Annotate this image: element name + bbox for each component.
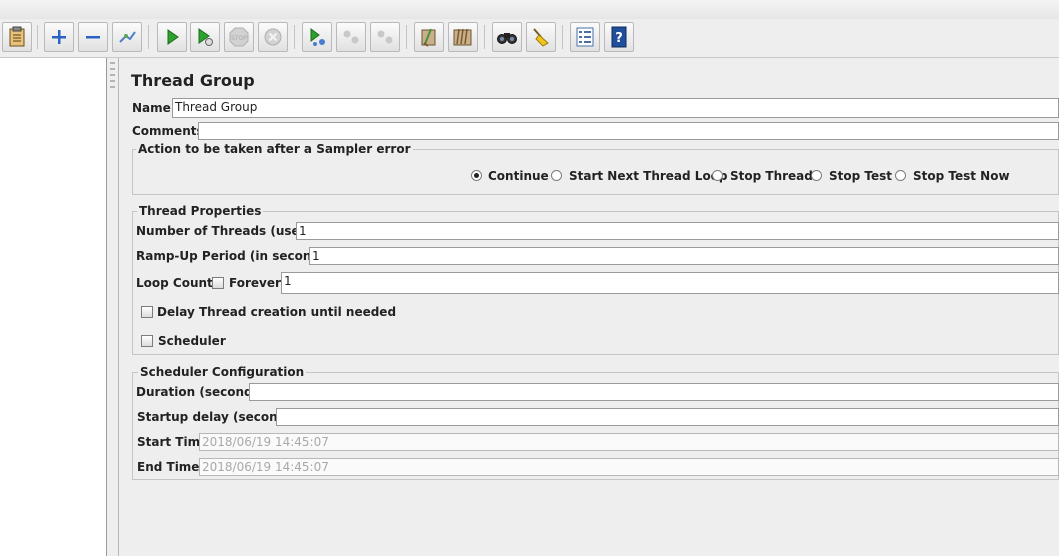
duration-label: Duration (seconds) xyxy=(136,385,266,399)
name-field[interactable]: Thread Group xyxy=(172,98,1059,118)
split-pane-divider[interactable] xyxy=(107,58,119,556)
duration-field[interactable] xyxy=(249,383,1059,401)
scheduler-checkbox[interactable] xyxy=(141,335,153,347)
reset-search-icon xyxy=(530,26,552,48)
start-next-thread-loop-label: Start Next Thread Loop xyxy=(569,169,728,183)
stop-thread-radio[interactable] xyxy=(712,170,723,181)
scheduler-config-legend: Scheduler Configuration xyxy=(138,365,307,379)
stop-test-label: Stop Test xyxy=(829,169,892,183)
shutdown-button[interactable] xyxy=(258,22,288,52)
splitter-grip xyxy=(110,62,115,64)
shutdown-icon xyxy=(263,27,283,47)
remote-shutdown-button[interactable] xyxy=(370,22,400,52)
minus-icon xyxy=(84,28,102,46)
main-toolbar: STOP ? xyxy=(0,19,1059,58)
forever-label: Forever xyxy=(229,276,281,290)
loop-count-field[interactable]: 1 xyxy=(281,272,1059,294)
toolbar-separator xyxy=(562,25,563,49)
start-time-label: Start Time xyxy=(137,435,209,449)
thread-properties-legend: Thread Properties xyxy=(137,204,264,218)
end-time-label: End Time xyxy=(137,460,200,474)
remote-shutdown-icon xyxy=(375,27,395,47)
stop-test-radio[interactable] xyxy=(811,170,822,181)
search-button[interactable] xyxy=(492,22,522,52)
search-icon xyxy=(496,28,518,46)
loop-count-label: Loop Count: xyxy=(136,276,218,290)
delay-thread-label: Delay Thread creation until needed xyxy=(157,305,397,319)
remote-start-icon xyxy=(307,27,327,47)
forever-checkbox[interactable] xyxy=(212,277,224,289)
stop-icon: STOP xyxy=(229,27,249,47)
sampler-error-legend: Action to be taken after a Sampler error xyxy=(136,142,413,156)
startup-delay-field[interactable] xyxy=(276,408,1059,426)
window-top-strip xyxy=(0,0,1059,20)
remote-start-button[interactable] xyxy=(302,22,332,52)
stop-button[interactable]: STOP xyxy=(224,22,254,52)
start-icon xyxy=(163,28,181,46)
start-no-pause-icon xyxy=(195,27,215,47)
name-label: Name: xyxy=(132,101,176,115)
clear-button[interactable] xyxy=(414,22,444,52)
start-no-pauses-button[interactable] xyxy=(190,22,220,52)
threads-label: Number of Threads (users): xyxy=(136,224,324,238)
continue-radio[interactable] xyxy=(471,170,482,181)
stop-test-now-radio[interactable] xyxy=(895,170,906,181)
clipboard-button[interactable] xyxy=(2,22,32,52)
threads-field[interactable]: 1 xyxy=(296,222,1059,240)
splitter-grip xyxy=(110,80,115,82)
stop-test-now-label: Stop Test Now xyxy=(913,169,1010,183)
start-time-field[interactable]: 2018/06/19 14:45:07 xyxy=(199,433,1059,451)
startup-delay-label: Startup delay (seconds) xyxy=(137,410,299,424)
remove-button[interactable] xyxy=(78,22,108,52)
clear-all-icon xyxy=(452,26,474,48)
stop-thread-label: Stop Thread xyxy=(730,169,813,183)
toolbar-separator xyxy=(148,25,149,49)
function-helper-icon xyxy=(575,26,595,48)
toolbar-separator xyxy=(484,25,485,49)
clipboard-icon xyxy=(7,26,27,48)
clear-icon xyxy=(419,26,439,48)
rampup-field[interactable]: 1 xyxy=(309,247,1059,265)
remote-stop-button[interactable] xyxy=(336,22,366,52)
page-title: Thread Group xyxy=(131,71,255,90)
scheduler-label: Scheduler xyxy=(158,334,226,348)
function-helper-button[interactable] xyxy=(570,22,600,52)
svg-text:STOP: STOP xyxy=(231,35,247,42)
svg-text:?: ? xyxy=(615,31,623,46)
start-button[interactable] xyxy=(157,22,187,52)
splitter-grip xyxy=(110,86,115,88)
comments-field[interactable] xyxy=(198,122,1059,140)
comments-label: Comments: xyxy=(132,124,209,138)
splitter-grip xyxy=(110,68,115,70)
start-next-thread-loop-radio[interactable] xyxy=(551,170,562,181)
help-icon: ? xyxy=(610,26,628,48)
toolbar-separator xyxy=(406,25,407,49)
toolbar-separator xyxy=(37,25,38,49)
continue-radio-label: Continue xyxy=(488,169,549,183)
clear-all-button[interactable] xyxy=(448,22,478,52)
toolbar-separator xyxy=(294,25,295,49)
reset-search-button[interactable] xyxy=(526,22,556,52)
splitter-grip xyxy=(110,74,115,76)
end-time-field[interactable]: 2018/06/19 14:45:07 xyxy=(199,458,1059,476)
delay-thread-checkbox[interactable] xyxy=(141,306,153,318)
toggle-button[interactable] xyxy=(112,22,142,52)
rampup-label: Ramp-Up Period (in seconds): xyxy=(136,249,338,263)
remote-stop-icon xyxy=(341,27,361,47)
toggle-icon xyxy=(117,28,137,46)
help-button[interactable]: ? xyxy=(604,22,634,52)
plus-icon xyxy=(50,28,68,46)
test-plan-tree[interactable] xyxy=(0,58,107,556)
add-button[interactable] xyxy=(44,22,74,52)
